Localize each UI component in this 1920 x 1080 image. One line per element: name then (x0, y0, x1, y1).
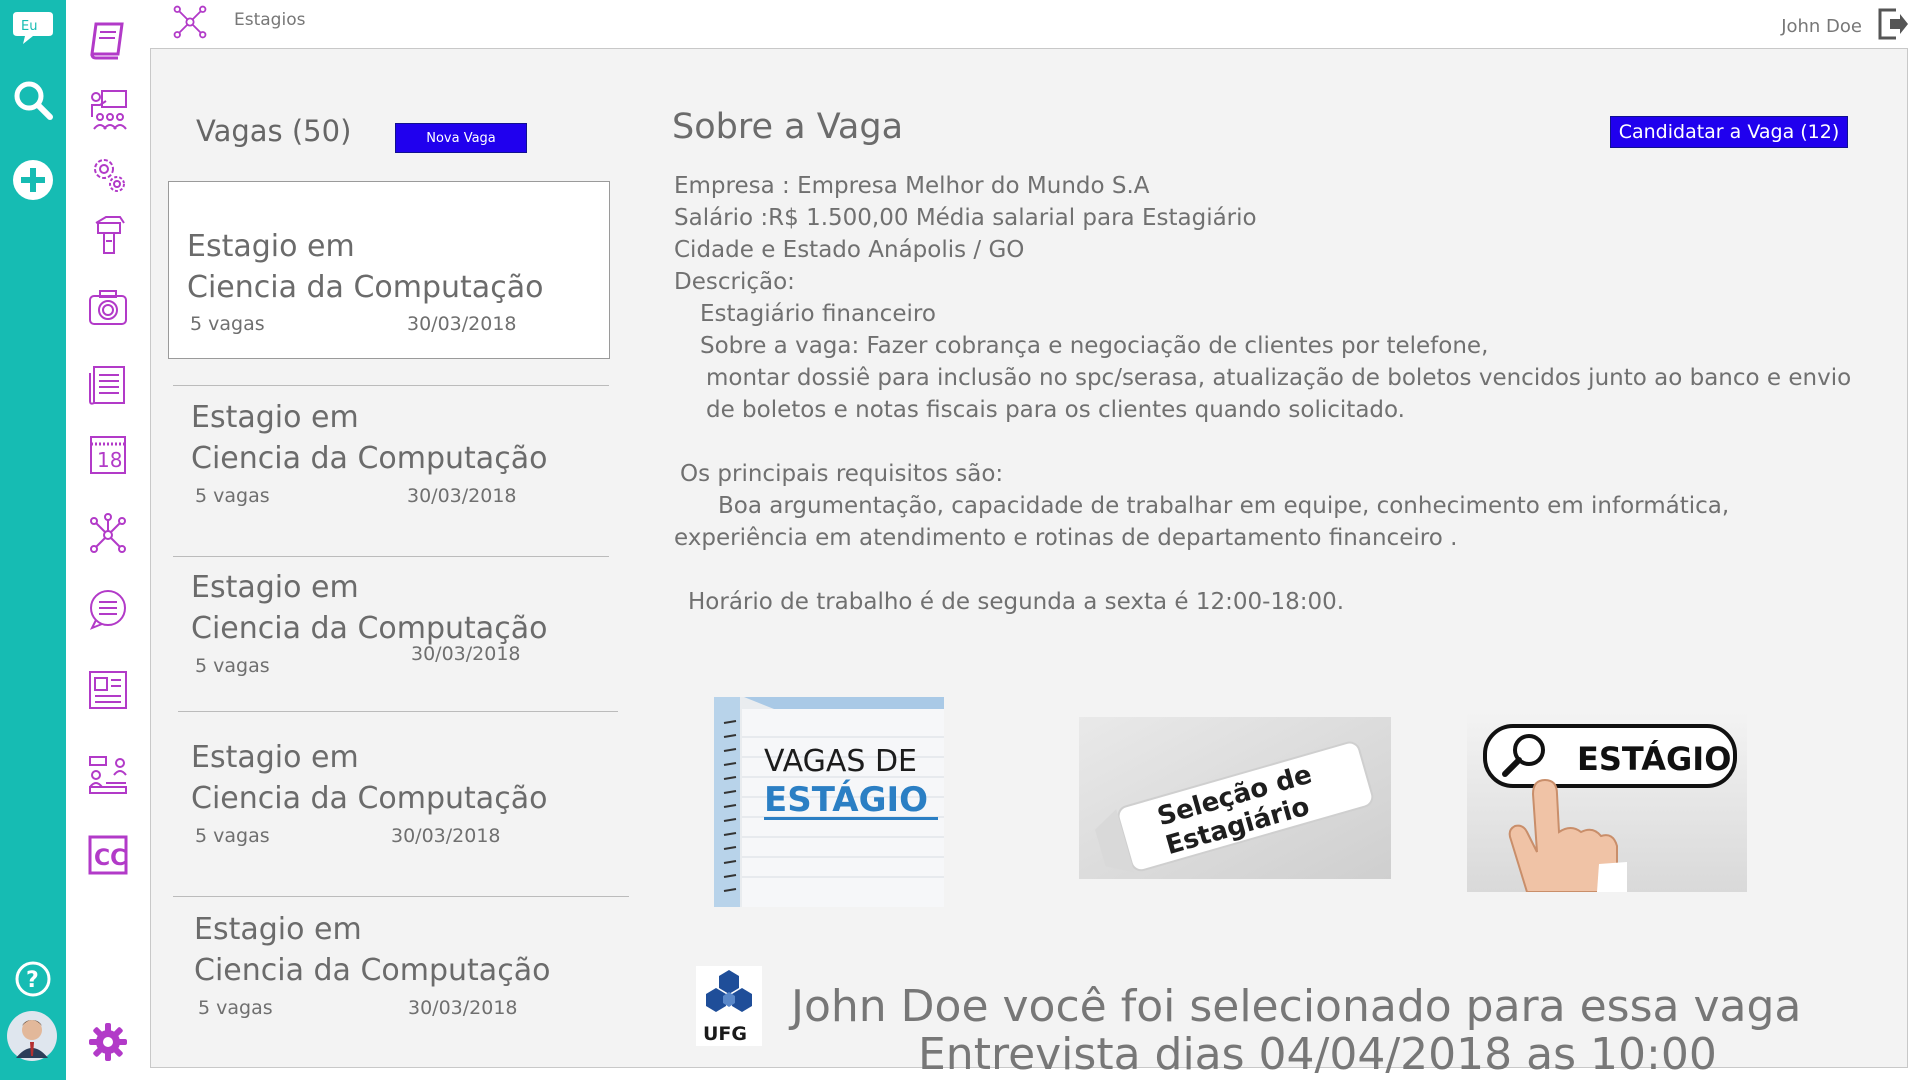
main-panel: Vagas (50) Nova Vaga Estagio em Ciencia … (150, 48, 1908, 1080)
divider (173, 896, 629, 897)
calendar-day: 18 (97, 448, 122, 472)
calendar-icon[interactable]: 18 (83, 430, 133, 480)
requirements-text: Boa argumentação, capacidade de trabalha… (718, 493, 1730, 519)
top-bar: Estagios John Doe (150, 0, 1920, 48)
book-icon[interactable] (83, 15, 133, 65)
job-title-line1: Estagio em (191, 570, 359, 605)
network-icon[interactable] (83, 510, 133, 560)
news-columns-icon[interactable] (83, 665, 133, 715)
job-title-line2: Ciencia da Computação (194, 953, 551, 988)
vagas-title: Vagas (50) (196, 114, 352, 148)
job-vagas: 5 vagas (195, 655, 270, 677)
company-line: Empresa : Empresa Melhor do Mundo S.A (674, 173, 1150, 199)
vagas-de-text: VAGAS DE (764, 744, 917, 779)
icon-sidebar: 18 CC (66, 0, 150, 1080)
cc-icon[interactable]: CC (83, 830, 133, 880)
description-text: de boletos e notas fiscais para os clien… (706, 397, 1405, 423)
camera-icon[interactable] (83, 283, 133, 333)
job-title-line1: Estagio em (191, 400, 359, 435)
new-job-button[interactable]: Nova Vaga (395, 123, 527, 153)
selecao-estagiario-image: Seleção de Estagiário (1079, 717, 1391, 879)
job-card[interactable]: Estagio em Ciencia da Computação 5 vagas… (168, 181, 610, 359)
ufg-logo-text: UFG (703, 1023, 747, 1045)
description-label: Descrição: (674, 269, 795, 295)
newspaper-icon[interactable] (83, 360, 133, 410)
presentation-icon[interactable] (83, 84, 133, 134)
selection-message: John Doe você foi selecionado para essa … (791, 981, 1802, 1032)
help-icon[interactable]: ? (9, 955, 57, 1003)
job-title-line2: Ciencia da Computação (191, 781, 548, 816)
job-date: 30/03/2018 (407, 485, 517, 507)
job-title-line2: Ciencia da Computação (187, 270, 544, 305)
job-title-line1: Estagio em (187, 229, 355, 264)
search-icon[interactable] (9, 76, 57, 124)
people-icon[interactable] (83, 750, 133, 800)
estagio-text: ESTÁGIO (764, 779, 928, 820)
divider (173, 556, 609, 557)
svg-text:?: ? (26, 968, 39, 993)
job-vagas: 5 vagas (190, 313, 265, 335)
network-icon (170, 2, 210, 42)
job-vagas: 5 vagas (198, 997, 273, 1019)
job-card[interactable]: Estagio em Ciencia da Computação 5 vagas… (176, 901, 616, 1061)
requirements-text: experiência em atendimento e rotinas de … (674, 525, 1458, 551)
location-line: Cidade e Estado Anápolis / GO (674, 237, 1025, 263)
job-date: 30/03/2018 (407, 313, 517, 335)
add-circle-icon[interactable] (9, 156, 57, 204)
job-date: 30/03/2018 (411, 643, 521, 665)
interview-message: Entrevista dias 04/04/2018 as 10:00 (918, 1029, 1717, 1080)
divider (178, 711, 618, 712)
estagio-search-image: ESTÁGIO (1467, 712, 1747, 892)
requirements-label: Os principais requisitos são: (680, 461, 1004, 487)
logout-icon[interactable] (1874, 6, 1914, 46)
job-date: 30/03/2018 (391, 825, 501, 847)
search-word: ESTÁGIO (1577, 740, 1731, 778)
job-card[interactable]: Estagio em Ciencia da Computação 5 vagas… (173, 559, 613, 724)
chat-logo-icon[interactable]: Eu (9, 4, 57, 52)
avatar[interactable] (6, 1010, 58, 1062)
settings-gears-icon[interactable] (83, 150, 133, 200)
vagas-estagio-image: VAGAS DE ESTÁGIO (714, 697, 944, 907)
breadcrumb: Estagios (234, 10, 306, 30)
job-vagas: 5 vagas (195, 825, 270, 847)
logo-text: Eu (21, 19, 37, 34)
job-card[interactable]: Estagio em Ciencia da Computação 5 vagas… (173, 389, 613, 554)
job-title-line2: Ciencia da Computação (191, 441, 548, 476)
chat-list-icon[interactable] (83, 585, 133, 635)
user-name[interactable]: John Doe (1781, 16, 1862, 37)
divider (173, 385, 609, 386)
description-text: montar dossiê para inclusão no spc/seras… (706, 365, 1852, 391)
ufg-logo: UFG (696, 966, 762, 1046)
description-text: Estagiário financeiro (700, 301, 936, 327)
salary-line: Salário :R$ 1.500,00 Média salarial para… (674, 205, 1257, 231)
left-rail: Eu ? (0, 0, 66, 1080)
cc-label: CC (94, 846, 126, 871)
job-vagas: 5 vagas (195, 485, 270, 507)
hand-tools-icon[interactable] (83, 210, 133, 260)
job-card[interactable]: Estagio em Ciencia da Computação 5 vagas… (173, 729, 613, 894)
gear-icon[interactable] (83, 1017, 133, 1067)
detail-title: Sobre a Vaga (672, 107, 904, 147)
job-title-line1: Estagio em (194, 912, 362, 947)
apply-button[interactable]: Candidatar a Vaga (12) (1610, 116, 1848, 148)
description-text: Sobre a vaga: Fazer cobrança e negociaçã… (700, 333, 1489, 359)
schedule-line: Horário de trabalho é de segunda a sexta… (688, 589, 1345, 615)
job-title-line1: Estagio em (191, 740, 359, 775)
job-date: 30/03/2018 (408, 997, 518, 1019)
